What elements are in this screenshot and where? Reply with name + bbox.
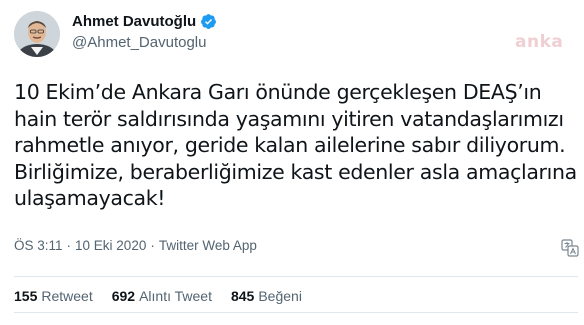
meta-separator: ·: [150, 238, 155, 253]
like-count: 845: [230, 288, 255, 304]
tweet-text-line: ulaşamayacak!: [14, 186, 166, 210]
like-stat[interactable]: 845 Beğeni: [231, 288, 302, 304]
retweet-count: 155: [14, 288, 38, 304]
meta-separator: ·: [66, 238, 72, 253]
retweet-label: Retweet: [41, 288, 93, 304]
verified-badge-icon: [200, 13, 217, 30]
tweet-date[interactable]: 10 Eki 2020: [75, 238, 146, 253]
like-label: Beğeni: [258, 288, 302, 304]
tweet-text-line: 10 Ekim’de Ankara Garı önünde gerçekleşe…: [14, 80, 542, 104]
avatar[interactable]: [14, 11, 60, 57]
tweet-text-line: rahmetle anıyor, geride kalan ailelerine…: [14, 133, 566, 157]
quote-tweet-count: 692: [111, 288, 136, 304]
author-handle[interactable]: @Ahmet_Davutoglu: [72, 34, 206, 51]
tweet-source[interactable]: Twitter Web App: [159, 238, 257, 253]
translate-icon[interactable]: [561, 239, 579, 257]
tweet-card: Ahmet Davutoğlu @Ahmet_Davutoglu anka 10…: [0, 0, 584, 325]
quote-tweet-label: Alıntı Tweet: [139, 288, 212, 304]
watermark-logo: anka: [515, 32, 564, 52]
author-name-row[interactable]: Ahmet Davutoğlu: [72, 13, 217, 30]
tweet-stats: 155 Retweet 692 Alıntı Tweet 845 Beğeni: [14, 288, 321, 304]
tweet-text: 10 Ekim’de Ankara Garı önünde gerçekleşe…: [14, 79, 577, 212]
quote-tweet-stat[interactable]: 692 Alıntı Tweet: [112, 288, 212, 304]
tweet-text-line: hain terör saldırısında yaşamını yitiren…: [14, 106, 564, 131]
divider: [14, 276, 578, 277]
tweet-meta: ÖS 3:11 · 10 Eki 2020 · Twitter Web App: [14, 238, 257, 253]
tweet-time[interactable]: ÖS 3:11: [14, 238, 63, 253]
divider: [14, 312, 578, 313]
tweet-text-line: Birliğimize, beraberliğimize kast edenle…: [14, 159, 577, 184]
retweet-stat[interactable]: 155 Retweet: [14, 288, 93, 304]
author-display-name[interactable]: Ahmet Davutoğlu: [72, 13, 196, 30]
